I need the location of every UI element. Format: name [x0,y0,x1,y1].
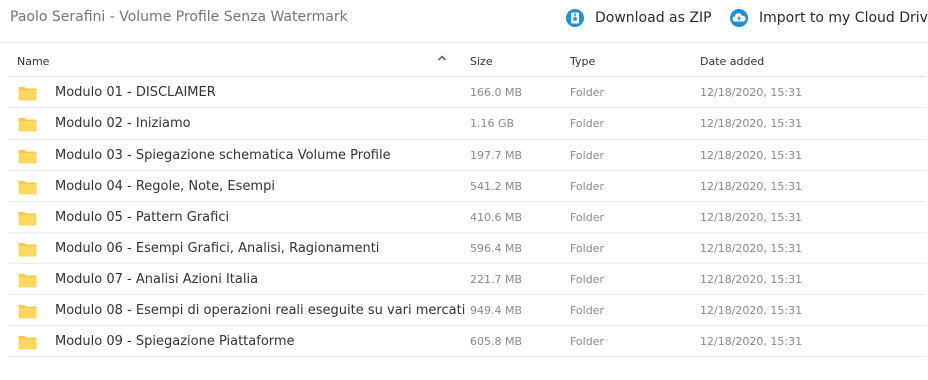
folder-name[interactable]: Modulo 04 - Regole, Note, Esempi [55,179,275,194]
folder-date: 12/18/2020, 15:31 [700,211,803,224]
table-header: Name Size Type Date added [8,46,926,77]
folder-name[interactable]: Modulo 06 - Esempi Grafici, Analisi, Rag… [55,241,379,256]
folder-icon [18,181,37,195]
folder-size: 221.7 MB [470,273,523,286]
table-row[interactable]: Modulo 04 - Regole, Note, Esempi 541.2 M… [8,171,926,202]
folder-name[interactable]: Modulo 02 - Iniziamo [55,116,191,131]
folder-type: Folder [570,273,604,286]
folder-name[interactable]: Modulo 01 - DISCLAIMER [55,85,216,100]
folder-date: 12/18/2020, 15:31 [700,117,803,130]
folder-type: Folder [570,242,604,255]
column-header-size[interactable]: Size [470,55,493,68]
folder-size: 197.7 MB [470,149,523,162]
import-cloud-drive-label: Import to my Cloud Drive [759,10,928,26]
table-row[interactable]: Modulo 09 - Spiegazione Piattaforme 605.… [8,326,926,357]
folder-date: 12/18/2020, 15:31 [700,335,803,348]
table-row[interactable]: Modulo 07 - Analisi Azioni Italia 221.7 … [8,264,926,295]
folder-date: 12/18/2020, 15:31 [700,242,803,255]
table-row[interactable]: Modulo 08 - Esempi di operazioni reali e… [8,295,926,326]
folder-size: 410.6 MB [470,211,523,224]
folder-date: 12/18/2020, 15:31 [700,149,803,162]
column-header-name[interactable]: Name [17,55,49,68]
table-row[interactable]: Modulo 03 - Spiegazione schematica Volum… [8,140,926,171]
folder-type: Folder [570,180,604,193]
folder-type: Folder [570,86,604,99]
folder-icon [18,305,37,319]
folder-type: Folder [570,335,604,348]
folder-size: 541.2 MB [470,180,523,193]
folder-icon [18,150,37,164]
download-zip-button[interactable]: Download as ZIP [565,8,712,28]
folder-name[interactable]: Modulo 03 - Spiegazione schematica Volum… [55,148,391,163]
download-zip-label: Download as ZIP [595,10,712,26]
folder-type: Folder [570,211,604,224]
folder-icon [18,87,37,101]
folder-date: 12/18/2020, 15:31 [700,86,803,99]
folder-icon [18,274,37,288]
folder-title: Paolo Serafini - Volume Profile Senza Wa… [10,9,348,25]
folder-date: 12/18/2020, 15:31 [700,273,803,286]
folder-size: 949.4 MB [470,304,523,317]
folder-size: 605.8 MB [470,335,523,348]
folder-date: 12/18/2020, 15:31 [700,180,803,193]
folder-name[interactable]: Modulo 05 - Pattern Grafici [55,210,229,225]
column-header-type[interactable]: Type [570,55,595,68]
folder-icon [18,118,37,132]
folder-icon [18,212,37,226]
folder-size: 596.4 MB [470,242,523,255]
sort-ascending-icon[interactable] [436,52,448,64]
folder-name[interactable]: Modulo 09 - Spiegazione Piattaforme [55,334,295,349]
folder-icon [18,336,37,350]
folder-type: Folder [570,304,604,317]
file-list: Modulo 01 - DISCLAIMER 166.0 MB Folder 1… [8,77,926,357]
table-row[interactable]: Modulo 02 - Iniziamo 1.16 GB Folder 12/1… [8,108,926,140]
folder-type: Folder [570,117,604,130]
archive-download-icon [566,9,584,27]
folder-size: 166.0 MB [470,86,523,99]
folder-name[interactable]: Modulo 08 - Esempi di operazioni reali e… [55,303,465,318]
import-cloud-drive-button[interactable]: Import to my Cloud Drive [729,8,928,28]
folder-icon [18,243,37,257]
column-header-date[interactable]: Date added [700,55,764,68]
cloud-upload-icon [730,9,748,27]
folder-date: 12/18/2020, 15:31 [700,304,803,317]
folder-size: 1.16 GB [470,117,515,130]
folder-name[interactable]: Modulo 07 - Analisi Azioni Italia [55,272,258,287]
table-row[interactable]: Modulo 05 - Pattern Grafici 410.6 MB Fol… [8,202,926,233]
folder-type: Folder [570,149,604,162]
table-row[interactable]: Modulo 01 - DISCLAIMER 166.0 MB Folder 1… [8,77,926,108]
top-bar: Paolo Serafini - Volume Profile Senza Wa… [0,0,928,43]
table-row[interactable]: Modulo 06 - Esempi Grafici, Analisi, Rag… [8,233,926,264]
